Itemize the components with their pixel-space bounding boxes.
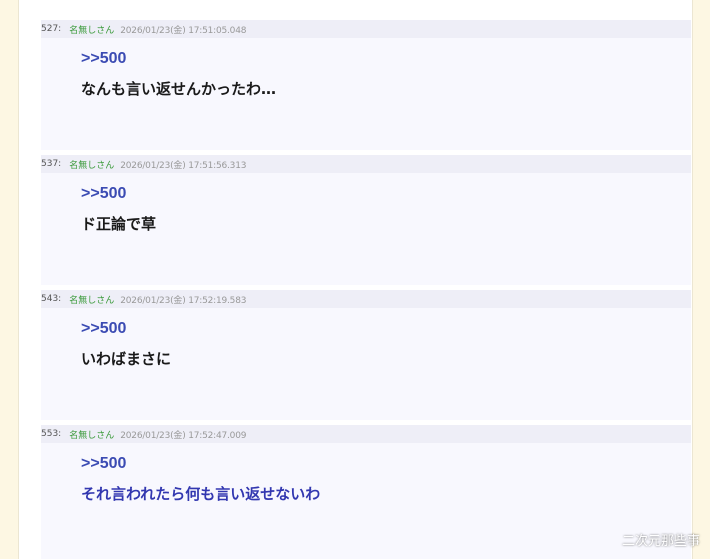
- reply-anchor-link[interactable]: >>500: [81, 50, 691, 68]
- post-number[interactable]: 537:: [41, 159, 61, 169]
- post-timestamp: 2026/01/23(金) 17:52:47.009: [120, 430, 247, 441]
- post-body: >>500 いわばまさに: [41, 308, 691, 420]
- post-message: いわばまさに: [81, 350, 172, 368]
- reply-anchor-link[interactable]: >>500: [81, 320, 691, 338]
- post-body: >>500 それ言われたら何も言い返せないわ: [41, 443, 691, 559]
- post-body: >>500 なんも言い返せんかったわ…: [41, 38, 691, 150]
- post-message: なんも言い返せんかったわ…: [81, 80, 277, 98]
- post-header: 537: 名無しさん 2026/01/23(金) 17:51:56.313: [41, 155, 691, 173]
- poster-name: 名無しさん: [69, 295, 115, 306]
- thread-panel: 527: 名無しさん 2026/01/23(金) 17:51:05.048 >>…: [18, 0, 693, 559]
- post-message: ド正論で草: [81, 215, 157, 233]
- post-header: 543: 名無しさん 2026/01/23(金) 17:52:19.583: [41, 290, 691, 308]
- post-message: それ言われたら何も言い返せないわ: [81, 485, 321, 503]
- poster-name: 名無しさん: [69, 160, 115, 171]
- post-number[interactable]: 543:: [41, 294, 61, 304]
- post-header: 553: 名無しさん 2026/01/23(金) 17:52:47.009: [41, 425, 691, 443]
- post: 543: 名無しさん 2026/01/23(金) 17:52:19.583 >>…: [41, 290, 691, 420]
- post-timestamp: 2026/01/23(金) 17:51:05.048: [120, 25, 247, 36]
- post: 553: 名無しさん 2026/01/23(金) 17:52:47.009 >>…: [41, 425, 691, 559]
- post: 537: 名無しさん 2026/01/23(金) 17:51:56.313 >>…: [41, 155, 691, 285]
- watermark: 二次元那些事: [621, 534, 700, 549]
- reply-anchor-link[interactable]: >>500: [81, 185, 691, 203]
- post-number[interactable]: 527:: [41, 24, 61, 34]
- poster-name: 名無しさん: [69, 430, 115, 441]
- post-body: >>500 ド正論で草: [41, 173, 691, 285]
- reply-anchor-link[interactable]: >>500: [81, 455, 691, 473]
- post-timestamp: 2026/01/23(金) 17:52:19.583: [120, 295, 247, 306]
- post-number[interactable]: 553:: [41, 429, 61, 439]
- post: 527: 名無しさん 2026/01/23(金) 17:51:05.048 >>…: [41, 20, 691, 150]
- poster-name: 名無しさん: [69, 25, 115, 36]
- post-timestamp: 2026/01/23(金) 17:51:56.313: [120, 160, 247, 171]
- post-header: 527: 名無しさん 2026/01/23(金) 17:51:05.048: [41, 20, 691, 38]
